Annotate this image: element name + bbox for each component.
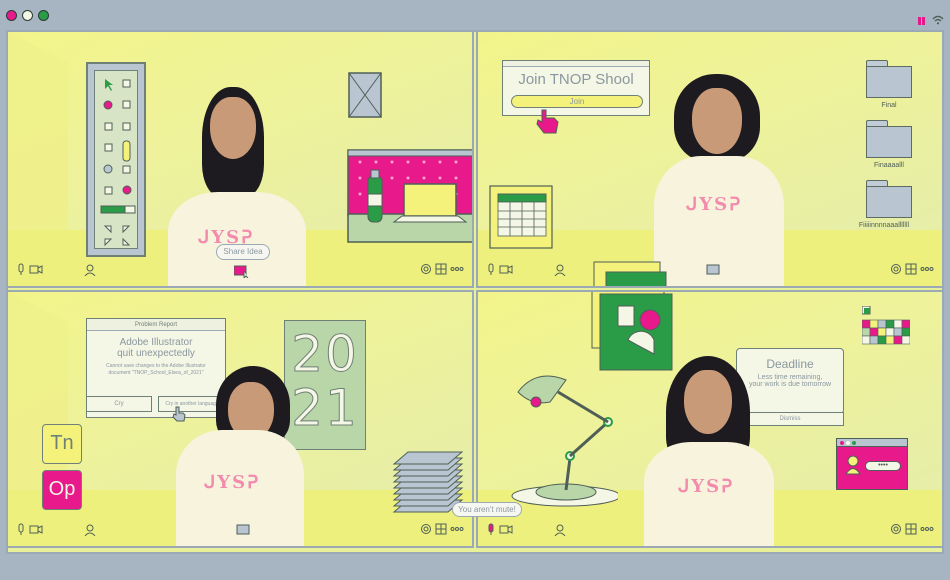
participant-4: ᒍYSᕈ <box>644 356 774 546</box>
tile-controls-right <box>890 523 934 538</box>
folder-label-fiiiinnnnaaal: Fiiiiinnnnaaalllllll <box>858 222 910 229</box>
user-avatar-icon <box>845 455 861 475</box>
tool-palette <box>86 62 146 257</box>
calendar-icon <box>489 185 553 249</box>
mic-icon[interactable] <box>16 263 26 275</box>
folder-label-final: Final <box>881 102 897 109</box>
grid-icon[interactable] <box>435 523 447 535</box>
more-icon[interactable] <box>920 263 934 275</box>
share-idea-bubble[interactable]: Share Idea <box>216 244 270 260</box>
settings-icon[interactable] <box>420 263 432 275</box>
color-swatches <box>862 306 910 345</box>
camera-icon[interactable] <box>29 523 43 535</box>
document-stack-edge <box>593 261 667 286</box>
video-tile-bottom-right[interactable]: Deadline Less time remaining, your work … <box>476 290 944 548</box>
desk-scene <box>347 149 472 243</box>
folder-icon[interactable] <box>866 120 914 158</box>
dialog-heading-line2: quit unexpectedly <box>117 348 195 359</box>
cursor-icon <box>234 265 249 278</box>
title-bar <box>0 0 950 30</box>
login-card-dot <box>852 441 856 445</box>
login-card-dot <box>840 441 844 445</box>
dialog-heading-line1: Adobe Illustrator <box>119 337 193 348</box>
camera-icon[interactable] <box>499 523 513 535</box>
wifi-icon <box>932 12 944 25</box>
grid-icon[interactable] <box>435 263 447 275</box>
settings-icon[interactable] <box>890 263 902 275</box>
login-card-dot <box>846 441 850 445</box>
bottom-bar <box>0 554 950 580</box>
person-icon[interactable] <box>84 524 96 536</box>
camera-icon[interactable] <box>499 263 513 275</box>
picture-frame <box>348 72 382 118</box>
settings-icon[interactable] <box>890 523 902 535</box>
folder-icon[interactable] <box>866 180 914 218</box>
person-icon[interactable] <box>554 524 566 536</box>
app-icon-op[interactable]: Op <box>42 470 82 510</box>
mic-icon[interactable] <box>486 263 496 275</box>
grid-icon[interactable] <box>905 523 917 535</box>
pointer-hand-icon <box>536 109 559 134</box>
minimize-button[interactable] <box>22 10 33 21</box>
tile-controls-right <box>890 263 934 278</box>
video-tile-top-right[interactable]: Join TNOP Shool Join Final Finaaaalll Fi… <box>476 30 944 288</box>
join-button[interactable]: Join <box>511 95 643 108</box>
screen-share-icon[interactable] <box>706 264 720 276</box>
maximize-button[interactable] <box>38 10 49 21</box>
battery-icon <box>918 12 926 25</box>
tile-controls-left <box>486 263 513 278</box>
password-field[interactable]: •••• <box>865 461 901 471</box>
dialog-title: Problem Report <box>87 319 225 331</box>
tile-controls-right <box>420 523 464 538</box>
tile-controls-right <box>420 263 464 278</box>
mic-icon[interactable] <box>486 523 496 535</box>
camera-icon[interactable] <box>29 263 43 275</box>
mic-icon[interactable] <box>16 523 26 535</box>
more-icon[interactable] <box>450 263 464 275</box>
more-icon[interactable] <box>450 523 464 535</box>
login-card: •••• <box>836 438 908 490</box>
tile-controls-left <box>486 523 513 538</box>
cry-button[interactable]: Cry <box>86 396 152 412</box>
tool-palette-inner <box>94 70 138 249</box>
participant-2: ᒍYSᕈ <box>654 74 784 286</box>
tile-controls-left <box>16 523 43 538</box>
app-icon-tn[interactable]: Tn <box>42 424 82 464</box>
mute-warning-bubble: You aren't mute! <box>452 502 522 517</box>
login-card-titlebar <box>837 439 907 447</box>
screen-share-icon[interactable] <box>236 524 250 536</box>
close-button[interactable] <box>6 10 17 21</box>
desk-lamp <box>511 375 618 507</box>
join-popup: Join TNOP Shool Join <box>502 60 650 116</box>
video-tile-bottom-left[interactable]: Problem Report Adobe Illustrator quit un… <box>6 290 474 548</box>
tile-controls-left <box>16 263 43 278</box>
person-icon[interactable] <box>554 264 566 276</box>
settings-icon[interactable] <box>420 523 432 535</box>
more-icon[interactable] <box>920 523 934 535</box>
grid-icon[interactable] <box>905 263 917 275</box>
participant-3: ᒍYSᕈ <box>176 366 304 546</box>
folder-icon[interactable] <box>866 60 914 98</box>
person-icon[interactable] <box>84 264 96 276</box>
video-tile-top-left[interactable]: ᒍYSᕈ Share Idea <box>6 30 474 288</box>
folder-label-finaaaalll: Finaaaalll <box>874 162 904 169</box>
join-popup-titlebar <box>503 61 649 67</box>
join-popup-title: Join TNOP Shool <box>518 71 634 88</box>
